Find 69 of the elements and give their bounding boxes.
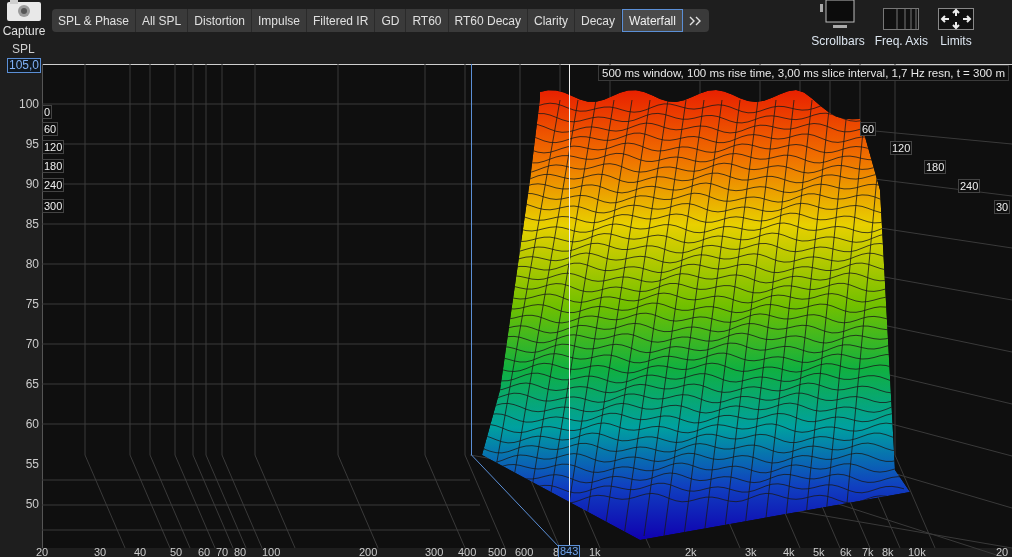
tab[interactable]: Distortion xyxy=(188,9,252,32)
axis-label: 8 xyxy=(553,546,560,557)
axis-label: 70 xyxy=(24,337,39,351)
cursor-value: 843 xyxy=(558,545,581,557)
time-label: 60 xyxy=(860,122,877,136)
tab[interactable]: Clarity xyxy=(528,9,575,32)
axis-label: 600 xyxy=(515,546,534,557)
axis-label: 10k xyxy=(908,546,926,557)
axis-label: 50 xyxy=(170,546,183,557)
axis-label: 200 xyxy=(359,546,378,557)
axis-label: 75 xyxy=(24,297,39,311)
toolbar-button[interactable]: Limits xyxy=(938,0,974,49)
tab[interactable]: RT60 Decay xyxy=(448,9,528,32)
time-label: 0 xyxy=(42,105,53,119)
axis-label: 6k xyxy=(840,546,852,557)
info-text: 500 ms window, 100 ms rise time, 3,00 ms slice interval, 1,7 Hz resn, t = 300 m xyxy=(598,65,1009,81)
tab[interactable]: Filtered IR xyxy=(307,9,376,32)
axis-label: 4k xyxy=(783,546,795,557)
axis-label: 90 xyxy=(24,177,39,191)
time-label: 60 xyxy=(42,122,59,136)
axis-label: 55 xyxy=(24,457,39,471)
axis-label: 7k xyxy=(862,546,874,557)
axis-label: 8k xyxy=(882,546,894,557)
axis-label: 20 xyxy=(36,546,49,557)
axis-label: 3k xyxy=(745,546,757,557)
axis-label: 50 xyxy=(24,497,39,511)
time-label: 120 xyxy=(890,141,913,155)
camera-icon xyxy=(6,0,42,22)
toolbar-button[interactable]: Freq. Axis xyxy=(874,0,928,49)
move-arrows-icon xyxy=(938,8,974,30)
axis-label: 65 xyxy=(24,377,39,391)
capture-button[interactable]: Capture xyxy=(0,0,48,39)
axis-title: SPL xyxy=(12,43,35,55)
tab[interactable]: SPL & Phase xyxy=(52,9,136,32)
time-label: 240 xyxy=(42,178,65,192)
axis-label: 20 xyxy=(996,546,1009,557)
axis-label: 30 xyxy=(94,546,107,557)
axis-label: 1k xyxy=(589,546,601,557)
time-label: 180 xyxy=(924,160,947,174)
grid-icon xyxy=(883,8,920,30)
tab[interactable]: All SPL xyxy=(135,9,189,32)
axis-label: 5k xyxy=(813,546,825,557)
cursor-value: 105,0 xyxy=(7,58,42,73)
time-label: 300 xyxy=(42,199,65,213)
monitor-icon xyxy=(819,0,856,30)
axis-label: 400 xyxy=(458,546,477,557)
axis-label: 70 xyxy=(216,546,229,557)
axis-label: 40 xyxy=(134,546,147,557)
axis-label: 80 xyxy=(24,257,39,271)
tab[interactable]: GD xyxy=(375,9,407,32)
toolbar-button[interactable]: Scrollbars xyxy=(811,0,865,49)
axis-label: 80 xyxy=(234,546,247,557)
axis-label: 300 xyxy=(425,546,444,557)
tab[interactable]: RT60 xyxy=(406,9,449,32)
time-label: 120 xyxy=(42,140,65,154)
axis-label: 85 xyxy=(24,217,39,231)
time-label: 30 xyxy=(994,200,1011,214)
time-label: 240 xyxy=(958,179,981,193)
axis-label: 60 xyxy=(24,417,39,431)
axis-label: 100 xyxy=(262,546,281,557)
axis-label: 100 xyxy=(17,97,39,111)
axis-label: 2k xyxy=(685,546,697,557)
tab[interactable]: Impulse xyxy=(252,9,307,32)
axis-label: 500 xyxy=(488,546,507,557)
axis-label: 60 xyxy=(198,546,211,557)
time-label: 180 xyxy=(42,159,65,173)
tab[interactable]: Waterfall xyxy=(622,9,683,32)
axis-label: 95 xyxy=(24,137,39,151)
double-chevron-icon xyxy=(688,15,703,26)
